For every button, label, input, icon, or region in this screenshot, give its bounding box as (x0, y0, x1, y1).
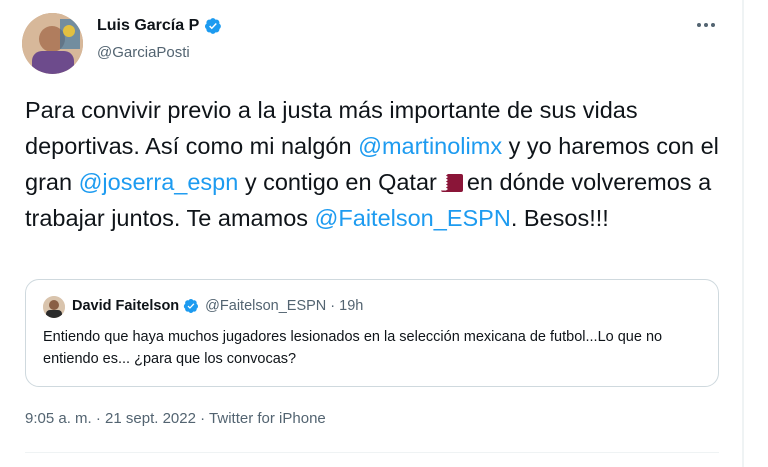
quoted-avatar-image (43, 296, 65, 318)
quoted-author-avatar[interactable] (43, 296, 65, 318)
quoted-author-handle[interactable]: @Faitelson_ESPN (205, 298, 326, 314)
verified-badge-icon (184, 299, 199, 313)
mention-link-faitelson[interactable]: @Faitelson_ESPN (315, 205, 511, 231)
author-name-row[interactable]: Luis García P (97, 17, 222, 35)
tweet-source-link[interactable]: Twitter for iPhone (209, 410, 326, 427)
quoted-separator: · (330, 298, 336, 314)
qatar-flag-icon (440, 174, 463, 192)
tweet-card: Luis García P @GarciaPosti Para convivir… (0, 0, 742, 467)
meta-separator: · (195, 410, 210, 427)
more-options-button[interactable] (697, 18, 719, 32)
more-dot (711, 23, 715, 27)
tweet-meta: 9:05 a. m. · 21 sept. 2022 · Twitter for… (25, 410, 326, 427)
quoted-tweet-header: David Faitelson @Faitelson_ESPN · 19h (72, 298, 363, 314)
tweet-text-part: y contigo en Qatar (238, 169, 437, 195)
author-avatar[interactable] (22, 13, 83, 74)
quoted-tweet[interactable]: David Faitelson @Faitelson_ESPN · 19h En… (25, 279, 719, 387)
verified-badge-icon (205, 18, 222, 34)
divider (25, 452, 719, 453)
column-border (742, 0, 744, 467)
quoted-tweet-text: Entiendo que haya muchos jugadores lesio… (43, 329, 663, 367)
more-dot (704, 23, 708, 27)
avatar-image (22, 13, 83, 74)
more-horizontal-icon (697, 23, 701, 27)
tweet-time-link[interactable]: 9:05 a. m. (25, 410, 92, 427)
tweet-text: Para convivir previo a la justa más impo… (25, 92, 725, 236)
mention-link-joserra[interactable]: @joserra_espn (79, 169, 239, 195)
tweet-date-link[interactable]: 21 sept. 2022 (105, 410, 196, 427)
quoted-author-name[interactable]: David Faitelson (72, 298, 179, 314)
tweet-text-part: . Besos!!! (510, 205, 609, 231)
quoted-timestamp[interactable]: 19h (339, 298, 363, 314)
meta-separator: · (91, 410, 106, 427)
author-handle[interactable]: @GarciaPosti (97, 44, 190, 61)
author-name[interactable]: Luis García P (97, 17, 199, 35)
mention-link-martinolimx[interactable]: @martinolimx (358, 133, 502, 159)
